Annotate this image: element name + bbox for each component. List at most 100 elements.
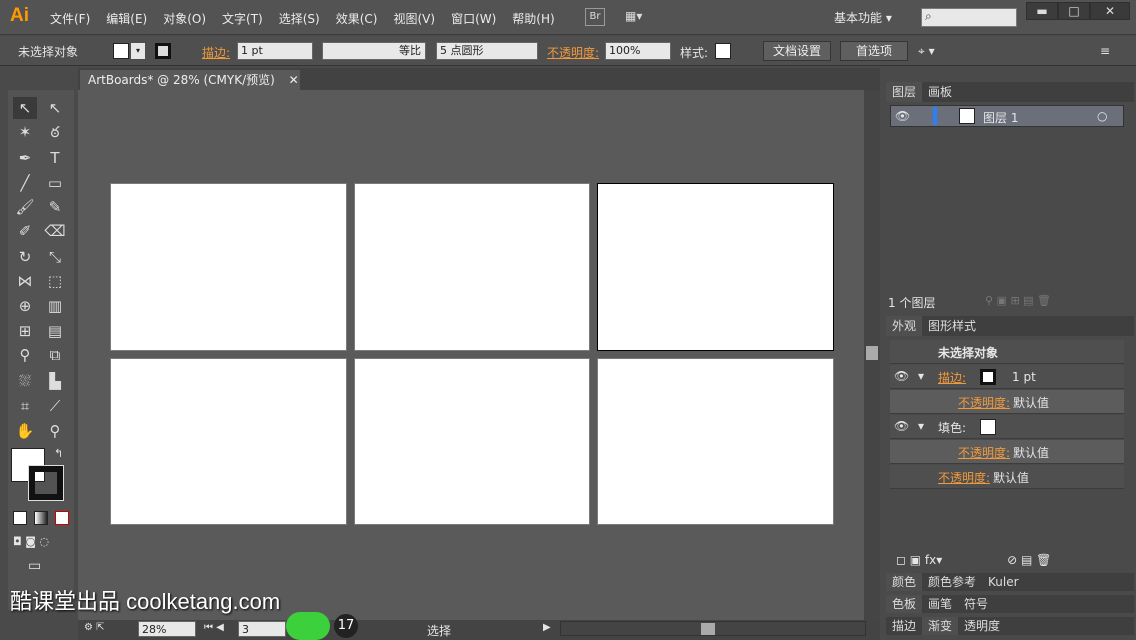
gradient-tool-icon[interactable]: ▤	[43, 320, 67, 342]
artboard-3[interactable]	[597, 183, 834, 351]
free-transform-tool-icon[interactable]: ⬚	[43, 270, 67, 292]
preferences-button[interactable]: 首选项	[840, 41, 908, 61]
artboard-nav-prev-icon[interactable]: ⏮ ◀	[204, 622, 224, 633]
layer-actions-icons[interactable]: ⚲ ▣ ⊞ ▤ 🗑	[985, 294, 1051, 307]
stroke-label[interactable]: 描边:	[202, 44, 230, 61]
direct-selection-tool-icon[interactable]: ↖	[43, 97, 67, 119]
slice-tool-icon[interactable]: ⟋	[43, 395, 67, 417]
tab-swatches[interactable]: 色板	[886, 595, 923, 613]
menu-help[interactable]: 帮助(H)	[512, 10, 554, 27]
draw-mode-icon[interactable]: ◘ ◙ ◌	[13, 535, 49, 548]
eyedropper-tool-icon[interactable]: ⚲	[13, 344, 37, 366]
paintbrush-tool-icon[interactable]: 🖌	[13, 196, 37, 218]
magic-wand-tool-icon[interactable]: ✶	[13, 121, 37, 143]
panel-menu-icon[interactable]: ≡	[1100, 44, 1110, 58]
width-tool-icon[interactable]: ⋈	[13, 270, 37, 292]
graph-tool-icon[interactable]: ▙	[43, 370, 67, 392]
disclosure-triangle-icon[interactable]: ▾	[918, 419, 924, 433]
status-icons[interactable]: ⚙ ⇱	[84, 622, 105, 633]
maximize-icon[interactable]: □	[1058, 2, 1090, 20]
menu-effect[interactable]: 效果(C)	[336, 10, 378, 27]
appearance-stroke-label[interactable]: 描边:	[938, 369, 966, 386]
menu-view[interactable]: 视图(V)	[393, 10, 435, 27]
appearance-stroke-opacity-row[interactable]: 不透明度: 默认值	[890, 390, 1124, 414]
appearance-fill-opacity-row[interactable]: 不透明度: 默认值	[890, 440, 1124, 464]
artboard-5[interactable]	[354, 358, 590, 525]
zoom-tool-icon[interactable]: ⚲	[43, 420, 67, 442]
canvas[interactable]	[78, 90, 864, 620]
stroke-color-box[interactable]	[28, 465, 64, 501]
tab-appearance[interactable]: 外观	[886, 316, 923, 336]
appearance-opacity-row[interactable]: 不透明度: 默认值	[890, 465, 1124, 489]
menu-edit[interactable]: 编辑(E)	[106, 10, 147, 27]
workspace-switcher[interactable]: 基本功能 ▾	[834, 9, 892, 26]
bridge-button[interactable]: Br	[585, 8, 605, 26]
target-circle-icon[interactable]: ○	[1097, 109, 1107, 123]
brush-select[interactable]: 5 点圆形	[436, 42, 538, 60]
tab-stroke[interactable]: 描边	[886, 617, 922, 635]
none-mode-icon[interactable]	[55, 511, 69, 525]
tab-symbols[interactable]: 符号	[958, 595, 994, 613]
rectangle-tool-icon[interactable]: ▭	[43, 172, 67, 194]
arrange-documents-icon[interactable]: ▦▾	[625, 9, 655, 25]
appearance-fill-swatch[interactable]	[980, 419, 996, 435]
opacity-field[interactable]: 100%	[605, 42, 671, 60]
stroke-swatch[interactable]	[155, 43, 171, 59]
color-mode-icon[interactable]	[13, 511, 27, 525]
tab-gradient[interactable]: 渐变	[922, 617, 959, 635]
minimize-icon[interactable]: ▬	[1026, 2, 1058, 20]
tab-artboards[interactable]: 画板	[922, 82, 958, 102]
fill-opacity-label[interactable]: 不透明度:	[958, 444, 1010, 461]
artboard-4[interactable]	[110, 358, 347, 525]
gradient-mode-icon[interactable]	[34, 511, 48, 525]
hand-tool-icon[interactable]: ✋	[13, 420, 37, 442]
tab-close-icon[interactable]: ✕	[289, 73, 299, 87]
tab-color-guide[interactable]: 颜色参考	[922, 573, 982, 591]
menu-object[interactable]: 对象(O)	[163, 10, 206, 27]
tab-kuler[interactable]: Kuler	[982, 573, 1025, 591]
symbol-sprayer-tool-icon[interactable]: ⛆	[13, 370, 37, 392]
type-tool-icon[interactable]: T	[43, 147, 67, 169]
pencil-tool-icon[interactable]: ✎	[43, 196, 67, 218]
mesh-tool-icon[interactable]: ⊞	[13, 320, 37, 342]
selection-tool-icon[interactable]: ↖	[13, 97, 37, 119]
artboard-tool-icon[interactable]: ⌗	[13, 395, 37, 417]
document-tab[interactable]: ArtBoards* @ 28% (CMYK/预览) ✕	[80, 70, 300, 90]
menu-file[interactable]: 文件(F)	[50, 10, 90, 27]
menu-window[interactable]: 窗口(W)	[451, 10, 496, 27]
appearance-stroke-swatch[interactable]	[980, 369, 996, 385]
layer-row[interactable]: 👁 图层 1 ○	[890, 105, 1124, 127]
blend-tool-icon[interactable]: ⧉	[43, 344, 67, 366]
tab-graphic-styles[interactable]: 图形样式	[922, 316, 982, 336]
screen-mode-icon[interactable]: ▭	[28, 558, 41, 574]
scale-tool-icon[interactable]: ⤡	[43, 246, 67, 268]
tab-layers[interactable]: 图层	[886, 82, 923, 102]
appearance-stroke-row[interactable]: 👁 ▾ 描边: 1 pt	[890, 365, 1124, 389]
shape-builder-tool-icon[interactable]: ⊕	[13, 295, 37, 317]
blob-brush-tool-icon[interactable]: ✐	[13, 220, 37, 242]
appearance-fill-row[interactable]: 👁 ▾ 填色:	[890, 415, 1124, 439]
horizontal-scrollbar[interactable]	[560, 621, 866, 636]
menu-type[interactable]: 文字(T)	[222, 10, 263, 27]
swap-colors-icon[interactable]: ↰	[54, 447, 63, 460]
stroke-weight-field[interactable]: 1 pt	[237, 42, 313, 60]
tab-color[interactable]: 颜色	[886, 573, 923, 591]
visibility-eye-icon[interactable]: 👁	[894, 419, 909, 433]
artboard-number-field[interactable]: 3	[238, 621, 286, 637]
document-setup-button[interactable]: 文档设置	[763, 41, 831, 61]
visibility-eye-icon[interactable]: 👁	[895, 109, 910, 123]
stroke-profile-select[interactable]: 等比	[322, 42, 426, 60]
fill-swatch[interactable]	[113, 43, 129, 59]
status-menu-icon[interactable]: ▶	[543, 622, 551, 633]
search-input[interactable]: ⌕	[921, 8, 1017, 27]
artboard-2[interactable]	[354, 183, 590, 351]
stroke-opacity-label[interactable]: 不透明度:	[958, 394, 1010, 411]
zoom-field[interactable]: 28%	[138, 621, 196, 637]
object-opacity-label[interactable]: 不透明度:	[938, 469, 990, 486]
vertical-scrollbar[interactable]	[864, 90, 880, 620]
opacity-label[interactable]: 不透明度:	[547, 44, 599, 61]
tab-brushes[interactable]: 画笔	[922, 595, 958, 613]
visibility-eye-icon[interactable]: 👁	[894, 369, 909, 383]
rotate-tool-icon[interactable]: ↻	[13, 246, 37, 268]
perspective-grid-tool-icon[interactable]: ▥	[43, 295, 67, 317]
